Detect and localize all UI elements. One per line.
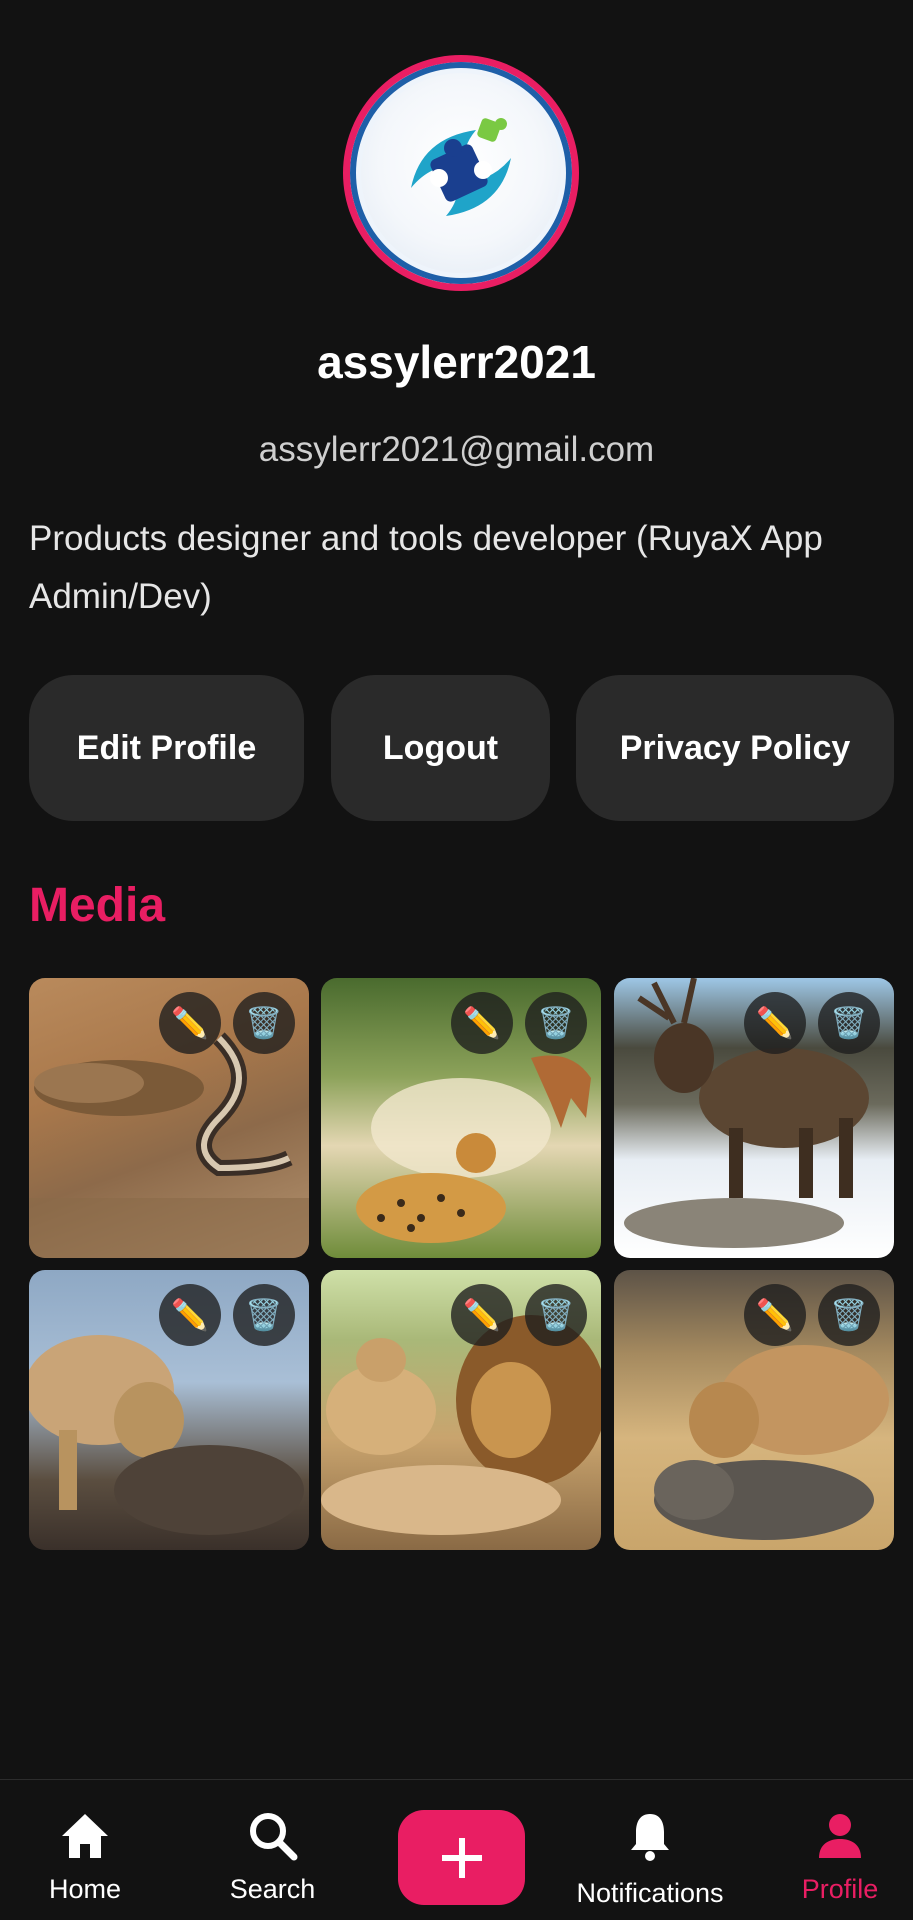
nav-notifications-label: Notifications: [576, 1878, 724, 1908]
pencil-icon: ✏️: [756, 1298, 794, 1332]
bottom-navigation: Home Search Notifications Profile: [0, 1779, 913, 1920]
delete-media-button[interactable]: 🗑️: [818, 992, 880, 1054]
nav-search[interactable]: Search: [215, 1780, 330, 1920]
avatar[interactable]: [343, 55, 579, 291]
edit-media-button[interactable]: ✏️: [451, 992, 513, 1054]
nav-notifications[interactable]: Notifications: [560, 1780, 740, 1920]
logout-button[interactable]: Logout: [331, 675, 550, 821]
nav-home-label: Home: [48, 1874, 122, 1904]
pencil-icon: ✏️: [463, 1006, 501, 1040]
pencil-icon: ✏️: [463, 1298, 501, 1332]
profile-bio: Products designer and tools developer (R…: [29, 519, 823, 616]
edit-profile-button[interactable]: Edit Profile: [29, 675, 304, 821]
edit-media-button[interactable]: ✏️: [451, 1284, 513, 1346]
trash-icon: 🗑️: [830, 1298, 868, 1332]
nav-profile-label: Profile: [801, 1874, 879, 1904]
plus-icon: [441, 1837, 482, 1878]
delete-media-button[interactable]: 🗑️: [233, 1284, 295, 1346]
edit-media-button[interactable]: ✏️: [744, 1284, 806, 1346]
profile-username: assylerr2021: [317, 336, 596, 388]
profile-actions: Edit Profile Logout Privacy Policy: [29, 675, 894, 821]
profile-email: assylerr2021@gmail.com: [258, 430, 655, 469]
media-tile[interactable]: ✏️ 🗑️: [29, 978, 309, 1258]
delete-media-button[interactable]: 🗑️: [525, 1284, 587, 1346]
privacy-policy-button[interactable]: Privacy Policy: [576, 675, 894, 821]
add-post-button[interactable]: [398, 1810, 525, 1905]
media-tile[interactable]: ✏️ 🗑️: [614, 978, 894, 1258]
nav-profile[interactable]: Profile: [780, 1780, 900, 1920]
trash-icon: 🗑️: [245, 1298, 283, 1332]
home-icon: [60, 1810, 110, 1862]
trash-icon: 🗑️: [830, 1006, 868, 1040]
media-tile[interactable]: ✏️ 🗑️: [321, 1270, 601, 1550]
edit-media-button[interactable]: ✏️: [159, 992, 221, 1054]
nav-search-label: Search: [229, 1874, 316, 1904]
person-icon: [817, 1810, 863, 1862]
bell-icon: [628, 1810, 672, 1862]
nav-home[interactable]: Home: [30, 1780, 140, 1920]
pencil-icon: ✏️: [756, 1006, 794, 1040]
edit-media-button[interactable]: ✏️: [159, 1284, 221, 1346]
pencil-icon: ✏️: [171, 1006, 209, 1040]
trash-icon: 🗑️: [245, 1006, 283, 1040]
trash-icon: 🗑️: [537, 1298, 575, 1332]
media-tile[interactable]: ✏️ 🗑️: [614, 1270, 894, 1550]
pencil-icon: ✏️: [171, 1298, 209, 1332]
delete-media-button[interactable]: 🗑️: [525, 992, 587, 1054]
trash-icon: 🗑️: [537, 1006, 575, 1040]
delete-media-button[interactable]: 🗑️: [233, 992, 295, 1054]
puzzle-logo-icon: [361, 73, 561, 273]
search-icon: [248, 1810, 298, 1862]
media-section-title: Media: [29, 879, 166, 932]
media-tile[interactable]: ✏️ 🗑️: [321, 978, 601, 1258]
edit-media-button[interactable]: ✏️: [744, 992, 806, 1054]
delete-media-button[interactable]: 🗑️: [818, 1284, 880, 1346]
media-tile[interactable]: ✏️ 🗑️: [29, 1270, 309, 1550]
